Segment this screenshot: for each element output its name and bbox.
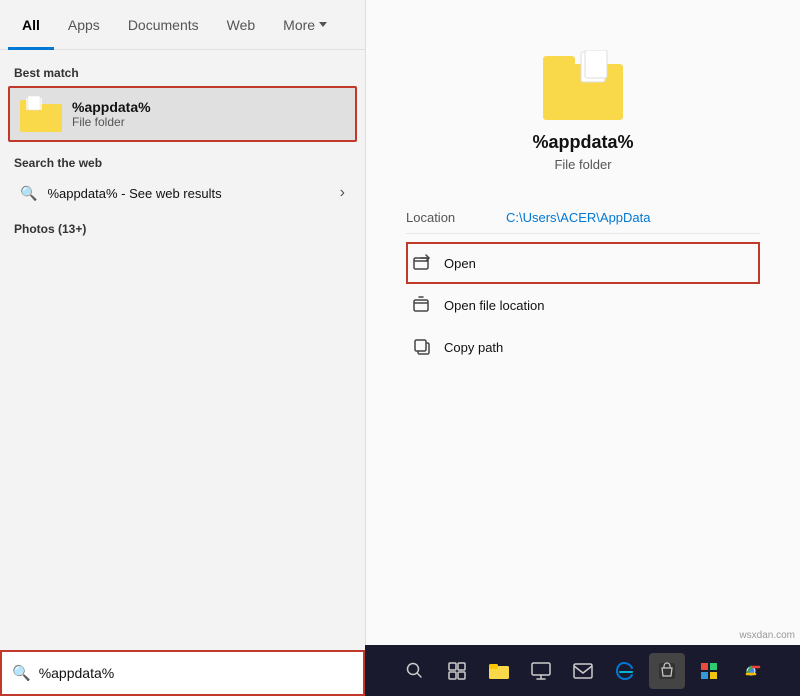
- watermark: wsxdan.com: [739, 630, 795, 641]
- taskbar-tiles-btn[interactable]: [691, 653, 727, 689]
- search-icon: 🔍: [20, 185, 37, 202]
- folder-preview: %appdata% File folder: [532, 50, 633, 172]
- folder-icon-large: [543, 50, 623, 120]
- file-location-icon: [412, 295, 432, 315]
- tab-documents[interactable]: Documents: [114, 0, 213, 50]
- web-section-label: Search the web: [14, 152, 351, 176]
- tab-all[interactable]: All: [8, 0, 54, 50]
- open-icon: [412, 253, 432, 273]
- taskbar-task-btn[interactable]: [439, 653, 475, 689]
- folder-icon: [20, 96, 62, 132]
- taskbar-chrome-btn[interactable]: [733, 653, 769, 689]
- open-action[interactable]: Open: [406, 242, 760, 284]
- taskbar-search-btn[interactable]: [397, 653, 433, 689]
- location-label: Location: [406, 210, 486, 225]
- search-panel: All Apps Documents Web More Best match %…: [0, 0, 365, 696]
- detail-panel: %appdata% File folder Location C:\Users\…: [365, 0, 800, 645]
- search-input[interactable]: [39, 665, 353, 681]
- detail-subtitle: File folder: [554, 157, 611, 172]
- detail-info: Location C:\Users\ACER\AppData: [366, 202, 800, 234]
- open-file-location-label: Open file location: [444, 298, 544, 313]
- tab-more[interactable]: More: [269, 0, 341, 50]
- taskbar-edge-btn[interactable]: [607, 653, 643, 689]
- tabs-bar: All Apps Documents Web More: [0, 0, 365, 50]
- taskbar-mail-btn[interactable]: [565, 653, 601, 689]
- best-match-title: %appdata%: [72, 99, 151, 115]
- tab-web[interactable]: Web: [213, 0, 270, 50]
- web-item-text: %appdata% - See web results: [47, 186, 329, 201]
- location-value[interactable]: C:\Users\ACER\AppData: [506, 210, 651, 225]
- photos-label: Photos (13+): [14, 218, 351, 240]
- detail-title: %appdata%: [532, 132, 633, 153]
- taskbar-pc-btn[interactable]: [523, 653, 559, 689]
- search-bar-icon: 🔍: [12, 664, 31, 682]
- copy-path-label: Copy path: [444, 340, 503, 355]
- chevron-down-icon: [319, 22, 327, 27]
- best-match-subtitle: File folder: [72, 115, 151, 129]
- taskbar-store-btn[interactable]: [649, 653, 685, 689]
- web-section: Search the web 🔍 %appdata% - See web res…: [0, 142, 365, 214]
- search-results: Best match %appdata% File folder Search …: [0, 50, 365, 650]
- copy-icon: [412, 337, 432, 357]
- arrow-right-icon: ›: [340, 184, 345, 202]
- taskbar: [365, 645, 800, 696]
- action-list: Open Open file location Copy path: [366, 234, 800, 368]
- web-search-item[interactable]: 🔍 %appdata% - See web results ›: [14, 176, 351, 210]
- open-file-location-action[interactable]: Open file location: [406, 284, 760, 326]
- photos-section: Photos (13+): [0, 214, 365, 244]
- copy-path-action[interactable]: Copy path: [406, 326, 760, 368]
- search-bar: 🔍: [0, 650, 365, 696]
- best-match-text: %appdata% File folder: [72, 99, 151, 129]
- taskbar-folder-btn[interactable]: [481, 653, 517, 689]
- best-match-item[interactable]: %appdata% File folder: [8, 86, 357, 142]
- open-action-label: Open: [444, 256, 476, 271]
- info-location-row: Location C:\Users\ACER\AppData: [406, 202, 760, 234]
- tab-apps[interactable]: Apps: [54, 0, 114, 50]
- best-match-label: Best match: [0, 62, 365, 86]
